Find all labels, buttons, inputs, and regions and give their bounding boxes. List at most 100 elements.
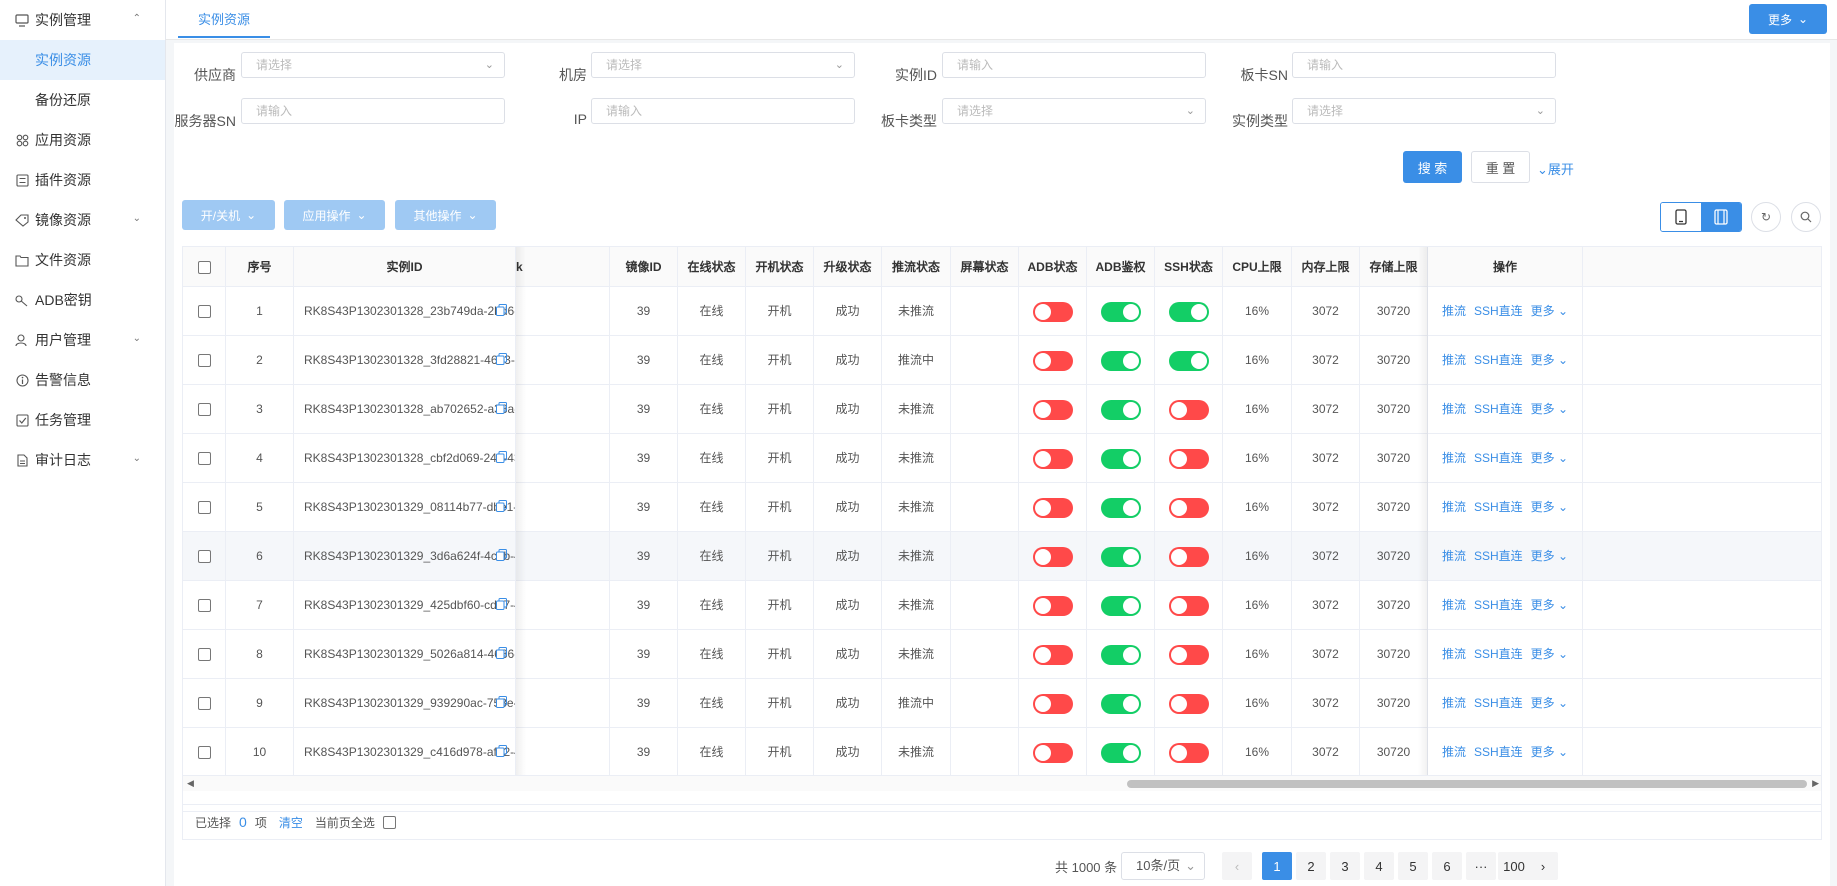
ssh-switch[interactable]	[1168, 546, 1209, 567]
ssh-switch[interactable]	[1168, 693, 1209, 714]
row-checkbox[interactable]	[197, 305, 211, 319]
prev-page-button[interactable]: ‹	[1222, 852, 1252, 880]
room-select[interactable]: 请选择 ⌄	[591, 52, 855, 78]
ssh-switch[interactable]	[1168, 595, 1209, 616]
app-ops-dropdown-button[interactable]: 应用操作 ⌄	[284, 200, 385, 230]
ssh-connect-link[interactable]: SSH直连	[1474, 353, 1523, 367]
push-stream-link[interactable]: 推流	[1442, 402, 1466, 416]
other-ops-dropdown-button[interactable]: 其他操作 ⌄	[395, 200, 496, 230]
table-row[interactable]: 3 RK8S43P1302301328_ab702652-a38a-4... 39 在…	[183, 385, 1821, 434]
row-more-link[interactable]: 更多 ⌄	[1531, 451, 1568, 465]
row-checkbox[interactable]	[197, 501, 211, 515]
copy-icon[interactable]	[496, 745, 507, 757]
push-stream-link[interactable]: 推流	[1442, 304, 1466, 318]
row-checkbox[interactable]	[197, 648, 211, 662]
row-more-link[interactable]: 更多 ⌄	[1531, 598, 1568, 612]
page-button[interactable]: 3	[1330, 852, 1360, 880]
ssh-connect-link[interactable]: SSH直连	[1474, 647, 1523, 661]
row-checkbox[interactable]	[197, 452, 211, 466]
page-button[interactable]: 100	[1498, 852, 1530, 880]
push-stream-link[interactable]: 推流	[1442, 745, 1466, 759]
scrollbar-thumb[interactable]	[1127, 780, 1807, 788]
ssh-connect-link[interactable]: SSH直连	[1474, 402, 1523, 416]
ssh-connect-link[interactable]: SSH直连	[1474, 745, 1523, 759]
horizontal-scrollbar[interactable]: ◀ ▶	[183, 775, 1821, 791]
page-button[interactable]: 6	[1432, 852, 1462, 880]
push-stream-link[interactable]: 推流	[1442, 353, 1466, 367]
push-stream-link[interactable]: 推流	[1442, 696, 1466, 710]
ssh-switch[interactable]	[1168, 497, 1209, 518]
ssh-switch[interactable]	[1168, 742, 1209, 763]
adb-status-switch[interactable]	[1032, 399, 1073, 420]
search-icon[interactable]	[1791, 202, 1821, 232]
copy-icon[interactable]	[496, 304, 507, 316]
ssh-connect-link[interactable]: SSH直连	[1474, 696, 1523, 710]
adb-auth-switch[interactable]	[1100, 693, 1141, 714]
instance-id-input[interactable]: 请输入	[942, 52, 1206, 78]
sidebar-item-2[interactable]: 备份还原	[0, 80, 165, 120]
adb-auth-switch[interactable]	[1100, 595, 1141, 616]
adb-status-switch[interactable]	[1032, 644, 1073, 665]
ssh-connect-link[interactable]: SSH直连	[1474, 304, 1523, 318]
row-checkbox[interactable]	[197, 550, 211, 564]
refresh-icon[interactable]: ↻	[1751, 202, 1781, 232]
copy-icon[interactable]	[496, 549, 507, 561]
adb-status-switch[interactable]	[1032, 350, 1073, 371]
ip-input[interactable]: 请输入	[591, 98, 855, 124]
table-row[interactable]: 1 RK8S43P1302301328_23b749da-2bd6-4... 39 在…	[183, 287, 1821, 336]
sidebar-item-4[interactable]: 插件资源	[0, 160, 165, 200]
adb-status-switch[interactable]	[1032, 448, 1073, 469]
table-row[interactable]: 4 RK8S43P1302301328_cbf2d069-24ff-43... 39…	[183, 434, 1821, 483]
copy-icon[interactable]	[496, 598, 507, 610]
page-button[interactable]: 2	[1296, 852, 1326, 880]
supplier-select[interactable]: 请选择 ⌄	[241, 52, 505, 78]
instance-type-select[interactable]: 请选择 ⌄	[1292, 98, 1556, 124]
table-row[interactable]: 10 RK8S43P1302301329_c416d978-af72-48... 3…	[183, 728, 1821, 777]
row-more-link[interactable]: 更多 ⌄	[1531, 353, 1568, 367]
row-checkbox[interactable]	[197, 403, 211, 417]
adb-status-switch[interactable]	[1032, 595, 1073, 616]
page-size-select[interactable]: 10条/页 ⌄	[1121, 852, 1205, 880]
sidebar-item-8[interactable]: 用户管理 ⌄	[0, 320, 165, 360]
sidebar-item-5[interactable]: 镜像资源 ⌄	[0, 200, 165, 240]
page-button[interactable]: 5	[1398, 852, 1428, 880]
row-more-link[interactable]: 更多 ⌄	[1531, 304, 1568, 318]
adb-auth-switch[interactable]	[1100, 546, 1141, 567]
sidebar-item-0[interactable]: 实例管理 ⌃	[0, 0, 165, 40]
push-stream-link[interactable]: 推流	[1442, 549, 1466, 563]
copy-icon[interactable]	[496, 647, 507, 659]
ssh-switch[interactable]	[1168, 399, 1209, 420]
copy-icon[interactable]	[496, 353, 507, 365]
sidebar-item-1[interactable]: 实例资源	[0, 40, 165, 80]
list-view-icon[interactable]	[1701, 203, 1741, 231]
select-page-checkbox[interactable]	[382, 815, 396, 829]
sidebar-item-7[interactable]: ADB密钥	[0, 280, 165, 320]
tab-instance-resources[interactable]: 实例资源	[178, 0, 271, 38]
push-stream-link[interactable]: 推流	[1442, 451, 1466, 465]
ssh-switch[interactable]	[1168, 644, 1209, 665]
clear-selection-link[interactable]: 清空	[279, 814, 303, 831]
sidebar-item-6[interactable]: 文件资源	[0, 240, 165, 280]
ssh-connect-link[interactable]: SSH直连	[1474, 549, 1523, 563]
adb-auth-switch[interactable]	[1100, 742, 1141, 763]
adb-status-switch[interactable]	[1032, 301, 1073, 322]
table-row[interactable]: 6 RK8S43P1302301329_3d6a624f-4c4b-4... 39 在…	[183, 532, 1821, 581]
adb-auth-switch[interactable]	[1100, 497, 1141, 518]
copy-icon[interactable]	[496, 451, 507, 463]
table-row[interactable]: 9 RK8S43P1302301329_939290ac-758e-4... 39 在…	[183, 679, 1821, 728]
row-more-link[interactable]: 更多 ⌄	[1531, 745, 1568, 759]
header-select-all[interactable]	[183, 247, 226, 287]
ssh-connect-link[interactable]: SSH直连	[1474, 598, 1523, 612]
server-sn-input[interactable]: 请输入	[241, 98, 505, 124]
ssh-connect-link[interactable]: SSH直连	[1474, 500, 1523, 514]
phone-view-icon[interactable]	[1661, 203, 1701, 231]
page-ellipsis[interactable]: ···	[1466, 852, 1496, 880]
reset-button[interactable]: 重 置	[1471, 151, 1530, 183]
next-page-button[interactable]: ›	[1528, 852, 1558, 880]
copy-icon[interactable]	[496, 696, 507, 708]
adb-auth-switch[interactable]	[1100, 350, 1141, 371]
table-row[interactable]: 2 RK8S43P1302301328_3fd28821-4643-4... 39 在…	[183, 336, 1821, 385]
ssh-switch[interactable]	[1168, 350, 1209, 371]
push-stream-link[interactable]: 推流	[1442, 500, 1466, 514]
more-dropdown-button[interactable]: 更多 ⌄	[1749, 4, 1827, 34]
